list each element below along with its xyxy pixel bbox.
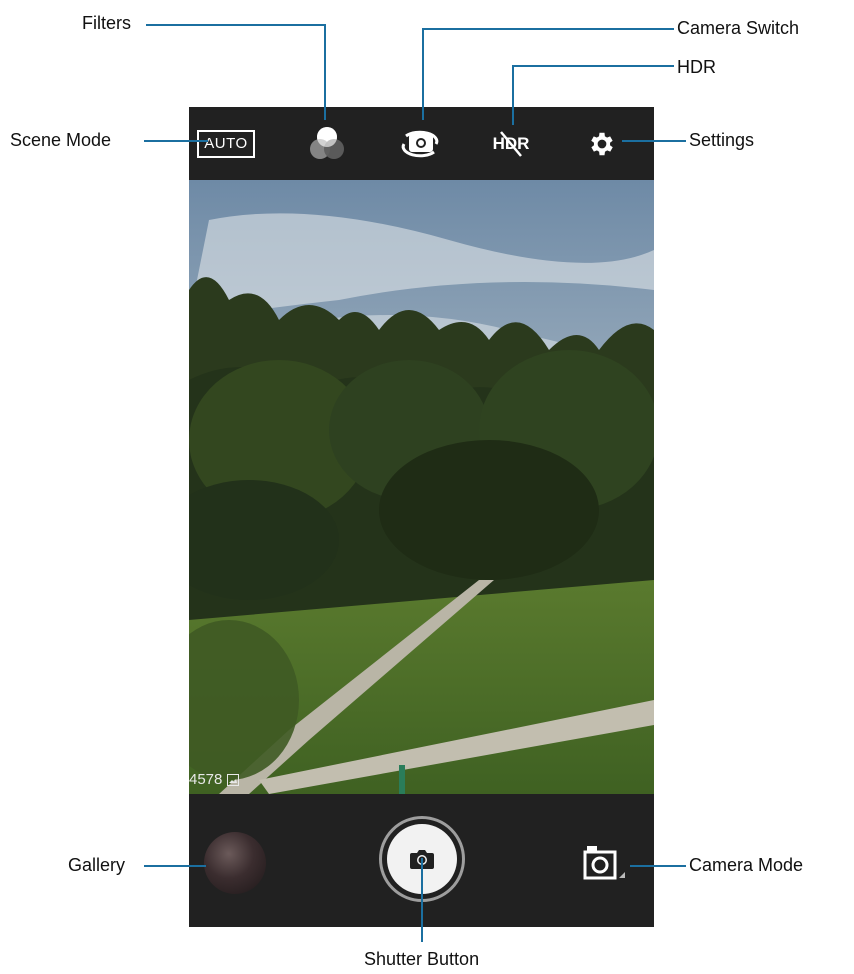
scene-mode-label: AUTO <box>197 130 255 158</box>
hdr-strike-icon <box>500 131 522 157</box>
callout-camera-mode: Camera Mode <box>689 855 804 875</box>
remaining-shots-value: 4578 <box>189 771 223 788</box>
storage-image-icon <box>227 773 240 786</box>
filters-icon <box>310 127 344 159</box>
scene-mode-button[interactable]: AUTO <box>197 121 255 167</box>
settings-gear-icon <box>591 132 613 156</box>
leader-camera-switch-v <box>422 28 424 120</box>
remaining-shots-counter: 4578 <box>189 771 240 788</box>
viewfinder-scene-image <box>189 180 654 794</box>
settings-button[interactable] <box>579 121 625 167</box>
callout-scene-mode: Scene Mode <box>10 130 112 150</box>
callout-hdr: HDR <box>677 57 716 77</box>
leader-scene-mode <box>144 140 208 142</box>
leader-hdr-h <box>512 65 674 67</box>
leader-settings <box>622 140 686 142</box>
callout-filters: Filters <box>82 13 131 33</box>
camera-switch-icon <box>401 130 439 158</box>
callout-shutter-button: Shutter Button <box>364 949 480 969</box>
camera-mode-icon <box>583 846 625 880</box>
leader-camera-mode <box>630 865 686 867</box>
camera-viewfinder[interactable]: 4578 <box>189 180 654 794</box>
camera-switch-button[interactable] <box>397 121 443 167</box>
callout-gallery: Gallery <box>68 855 126 875</box>
callout-camera-switch: Camera Switch <box>677 18 800 38</box>
camera-app-screen: AUTO HDR <box>189 107 654 927</box>
callout-settings: Settings <box>689 130 755 150</box>
leader-shutter-button <box>421 858 423 942</box>
leader-camera-switch-h <box>422 28 674 30</box>
leader-filters-v <box>324 24 326 120</box>
leader-filters-h <box>146 24 326 26</box>
leader-gallery <box>144 865 206 867</box>
leader-hdr-v <box>512 65 514 125</box>
hdr-button[interactable]: HDR <box>488 121 534 167</box>
filters-button[interactable] <box>304 121 350 167</box>
gallery-thumbnail[interactable] <box>204 832 266 894</box>
camera-mode-button[interactable] <box>581 842 627 882</box>
